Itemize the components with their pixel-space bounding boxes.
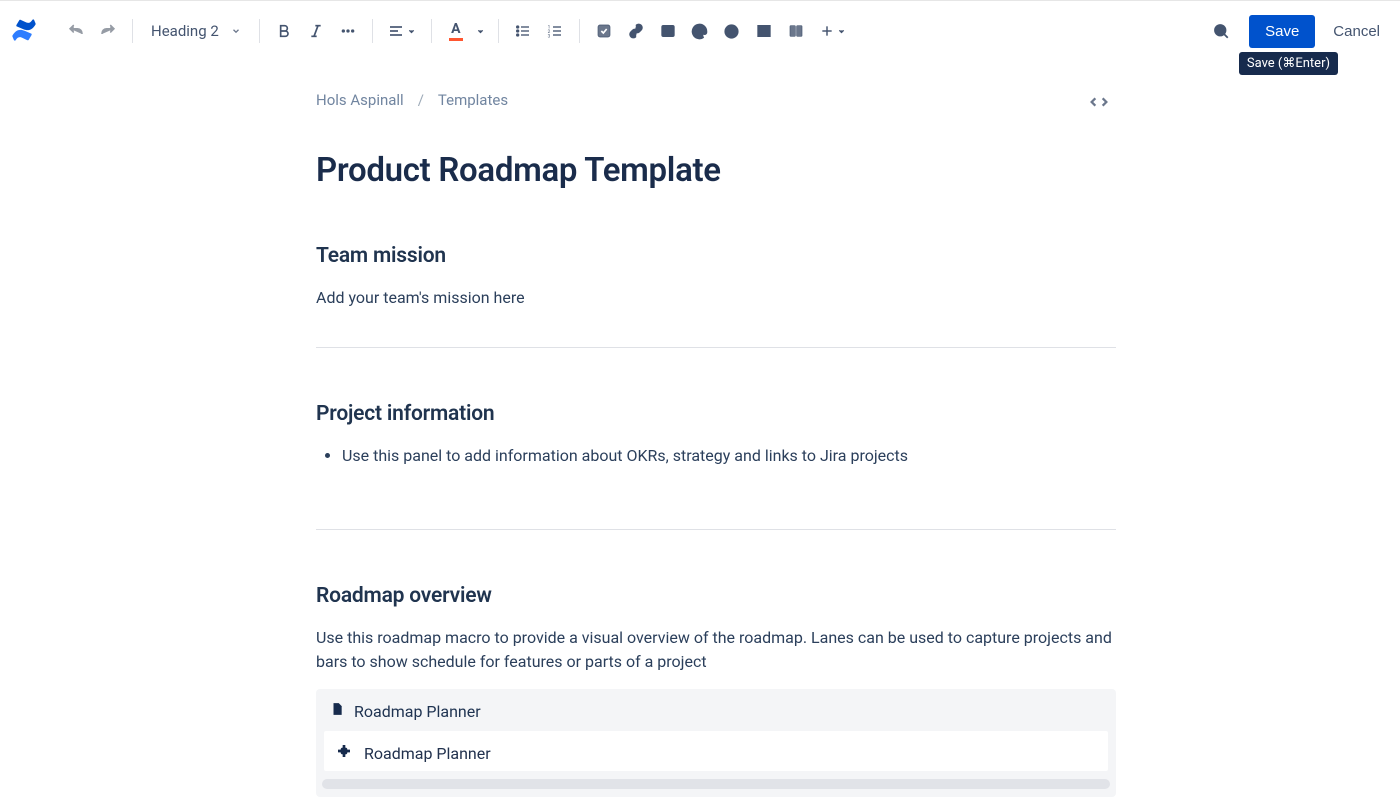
chevron-down-icon — [231, 22, 241, 40]
redo-icon[interactable] — [92, 15, 124, 47]
divider — [132, 19, 133, 43]
divider — [579, 19, 580, 43]
horizontal-rule — [316, 529, 1116, 530]
page-title[interactable]: Product Roadmap Template — [316, 151, 1116, 190]
document-icon — [330, 701, 344, 721]
macro-title-label: Roadmap Planner — [354, 702, 481, 721]
divider — [372, 19, 373, 43]
page-width-toggle-icon[interactable] — [1088, 95, 1110, 113]
macro-scrollbar[interactable] — [322, 779, 1110, 789]
plugin-icon — [336, 743, 352, 763]
insert-more-icon[interactable] — [812, 15, 854, 47]
list-item[interactable]: Use this panel to add information about … — [342, 444, 1116, 469]
project-info-list[interactable]: Use this panel to add information about … — [316, 444, 1116, 469]
breadcrumb-separator: / — [418, 91, 424, 109]
text-color-dropdown-icon[interactable] — [472, 15, 490, 47]
editor-toolbar: Heading 2 A 123 — [0, 1, 1400, 61]
section-heading-project-info[interactable]: Project information — [316, 402, 1116, 426]
section-heading-roadmap[interactable]: Roadmap overview — [316, 584, 1116, 608]
section-heading-mission[interactable]: Team mission — [316, 244, 1116, 268]
italic-icon[interactable] — [300, 15, 332, 47]
svg-text:3: 3 — [547, 34, 550, 39]
action-item-icon[interactable] — [588, 15, 620, 47]
breadcrumb-section[interactable]: Templates — [438, 91, 508, 109]
divider — [259, 19, 260, 43]
emoji-icon[interactable] — [716, 15, 748, 47]
cancel-button[interactable]: Cancel — [1327, 15, 1386, 48]
table-icon[interactable] — [748, 15, 780, 47]
search-icon[interactable] — [1205, 15, 1237, 47]
bold-icon[interactable] — [268, 15, 300, 47]
more-formatting-icon[interactable] — [332, 15, 364, 47]
macro-inner-label: Roadmap Planner — [364, 744, 491, 763]
confluence-logo-icon[interactable] — [10, 16, 40, 46]
bullet-list-icon[interactable] — [507, 15, 539, 47]
breadcrumb-author[interactable]: Hols Aspinall — [316, 91, 404, 109]
text-style-select[interactable]: Heading 2 — [141, 22, 251, 40]
mention-icon[interactable] — [684, 15, 716, 47]
breadcrumb: Hols Aspinall / Templates — [316, 91, 1116, 109]
numbered-list-icon[interactable]: 123 — [539, 15, 571, 47]
editor-content: Hols Aspinall / Templates Product Roadma… — [316, 61, 1116, 797]
text-style-label: Heading 2 — [151, 22, 219, 40]
link-icon[interactable] — [620, 15, 652, 47]
save-button[interactable]: Save — [1249, 15, 1315, 48]
undo-icon[interactable] — [60, 15, 92, 47]
mission-text[interactable]: Add your team's mission here — [316, 286, 1116, 311]
save-tooltip: Save (⌘Enter) — [1239, 52, 1338, 75]
image-icon[interactable] — [652, 15, 684, 47]
macro-body[interactable]: Roadmap Planner — [324, 731, 1108, 771]
horizontal-rule — [316, 347, 1116, 348]
align-icon[interactable] — [381, 15, 423, 47]
roadmap-text[interactable]: Use this roadmap macro to provide a visu… — [316, 626, 1116, 676]
divider — [431, 19, 432, 43]
text-color-icon[interactable]: A — [440, 15, 472, 47]
macro-header: Roadmap Planner — [316, 691, 1116, 731]
roadmap-macro[interactable]: Roadmap Planner Roadmap Planner — [316, 689, 1116, 797]
layouts-icon[interactable] — [780, 15, 812, 47]
divider — [498, 19, 499, 43]
